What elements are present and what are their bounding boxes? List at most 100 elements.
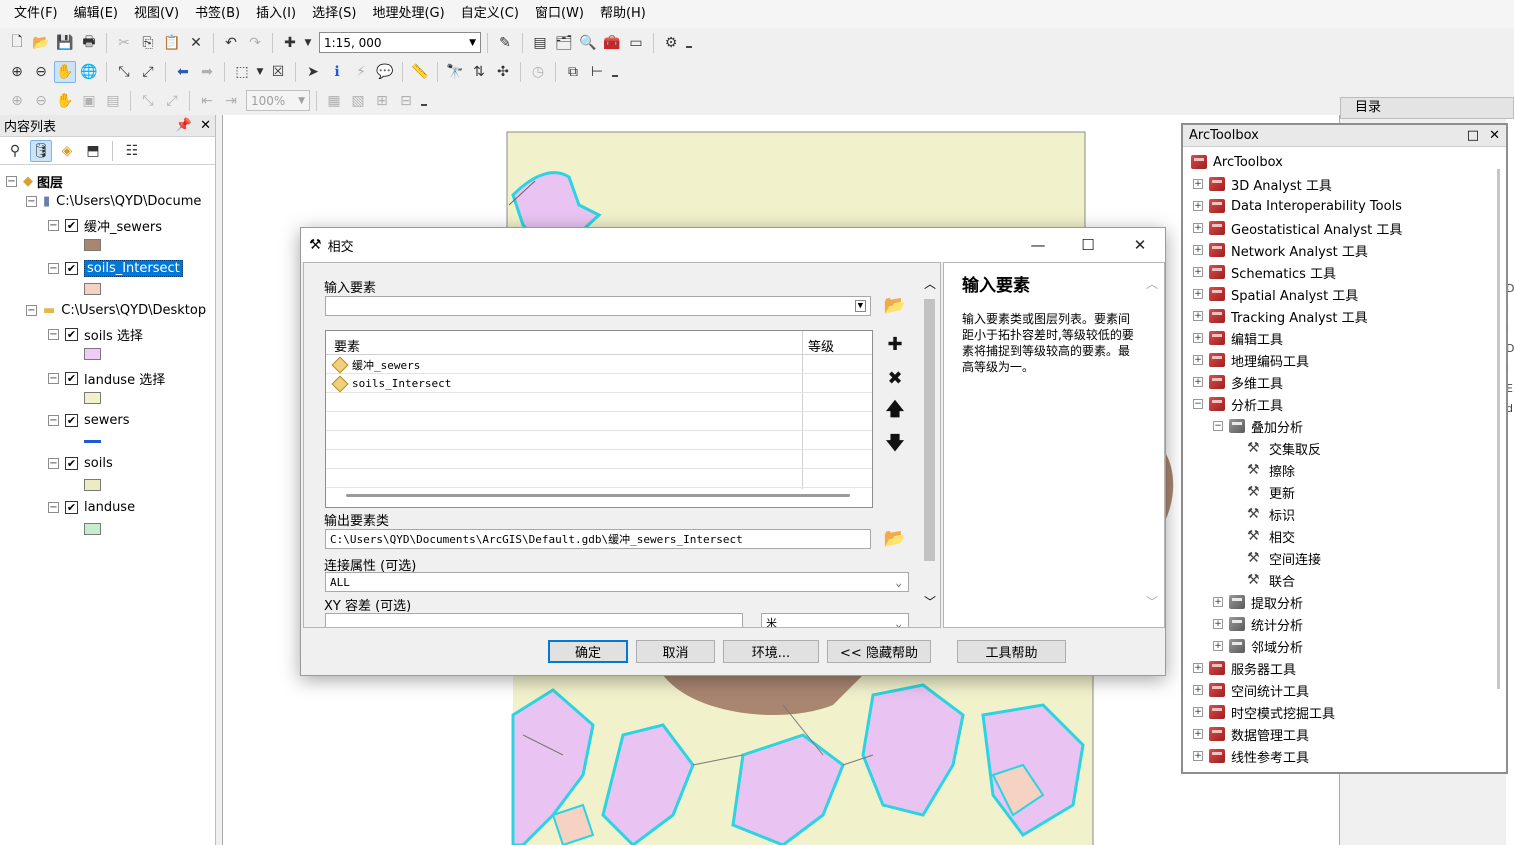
search-window-icon[interactable]: 🔍 [577,32,599,54]
layout-pan-icon[interactable]: ✋ [54,90,76,112]
table-row-empty[interactable] [326,451,872,469]
toolbox-scrollbar[interactable] [1497,169,1500,689]
layer-symbol-swatch[interactable] [84,479,101,491]
menu-help[interactable]: 帮助(H) [592,0,654,28]
fixed-zoom-in-layout-icon[interactable]: ⤡ [137,90,159,112]
go-to-xy-icon[interactable]: ✣ [492,61,514,83]
layer-row-selected[interactable]: − ✔ soils_Intersect [48,260,183,277]
toolbar-grip[interactable] [612,67,618,77]
xy-tolerance-input[interactable] [325,613,743,627]
swipe-icon[interactable]: ⊢ [586,61,608,83]
layer-visibility-checkbox[interactable]: ✔ [65,414,78,427]
focus-data-frame-icon[interactable]: ▧ [347,90,369,112]
table-of-contents-icon[interactable]: ▤ [529,32,551,54]
layers-root[interactable]: − ◆ 图层 [6,172,63,191]
chevron-down-icon[interactable]: ▼ [255,61,265,83]
column-header-feature[interactable]: 要素 [334,336,360,355]
toolbox-item[interactable]: + 线性参考工具 [1193,746,1309,766]
data-driven-pages-icon[interactable]: ⊟ [395,90,417,112]
toolbox-item[interactable]: + Schematics 工具 [1193,262,1336,282]
tool-item[interactable]: ⚒ 空间连接 [1247,548,1321,568]
time-slider-icon[interactable]: ◷ [527,61,549,83]
collapse-icon[interactable]: − [6,176,17,187]
layer-symbol-swatch[interactable] [84,283,101,295]
tool-item[interactable]: ⚒ 擦除 [1247,460,1295,480]
toolbar-grip[interactable] [686,38,692,48]
output-feature-class-field[interactable]: C:\Users\QYD\Documents\ArcGIS\Default.gd… [325,529,871,549]
toolbox-item[interactable]: + Geostatistical Analyst 工具 [1193,218,1402,238]
close-icon[interactable]: ✕ [1489,128,1500,143]
menu-windows[interactable]: 窗口(W) [527,0,592,28]
redo-icon[interactable]: ↷ [244,32,266,54]
menu-insert[interactable]: 插入(I) [248,0,304,28]
layer-row[interactable]: − ✔ soils 选择 [48,325,143,344]
layer-row[interactable]: − ✔ landuse 选择 [48,369,165,388]
undo-icon[interactable]: ↶ [220,32,242,54]
toolbox-item[interactable]: − 分析工具 [1193,394,1283,414]
expand-icon[interactable]: + [1193,223,1203,233]
back-extent-icon[interactable]: ⇤ [196,90,218,112]
toolbox-item[interactable]: + 数据管理工具 [1193,724,1309,744]
layer-symbol-swatch[interactable] [84,523,101,535]
browse-folder-icon[interactable]: 📂 [882,292,908,318]
table-row[interactable]: soils_Intersect [326,375,872,393]
collapse-icon[interactable]: − [1193,399,1203,409]
xy-tolerance-unit-select[interactable]: 米 ⌄ [761,613,909,627]
browse-folder-icon[interactable]: 📂 [882,525,908,551]
new-document-icon[interactable]: 🗋 [6,32,28,54]
change-layout-icon[interactable]: ⊞ [371,90,393,112]
arctoolbox-window-icon[interactable]: 🧰 [601,32,623,54]
maximize-icon[interactable]: □ [1467,128,1479,143]
collapse-icon[interactable]: − [48,415,59,426]
layout-zoom-out-icon[interactable]: ⊖ [30,90,52,112]
identify-icon[interactable]: ℹ [326,61,348,83]
layout-zoom-combo[interactable]: 100% ▼ [246,90,310,111]
table-hscrollbar[interactable] [346,494,850,497]
scroll-up-icon[interactable]: ︿ [924,275,936,292]
collapse-icon[interactable]: − [48,329,59,340]
fixed-zoom-in-icon[interactable]: ⤡ [113,61,135,83]
chevron-down-icon[interactable]: ▼ [303,32,313,54]
expand-icon[interactable]: + [1193,267,1203,277]
pin-icon[interactable]: 📌 [176,118,192,133]
expand-icon[interactable]: + [1213,619,1223,629]
hide-help-button[interactable]: << 隐藏帮助 [827,640,931,663]
tool-item[interactable]: ⚒ 标识 [1247,504,1295,524]
environments-button[interactable]: 环境... [723,640,819,663]
expand-icon[interactable]: + [1193,333,1203,343]
toolbox-item[interactable]: + Spatial Analyst 工具 [1193,284,1358,304]
line-symbol-swatch[interactable] [84,440,101,443]
list-by-source-icon[interactable]: 🛢 [30,139,52,162]
pan-icon[interactable]: ✋ [54,60,76,83]
tool-item[interactable]: ⚒ 交集取反 [1247,438,1321,458]
source-group-1[interactable]: − ▮ C:\Users\QYD\Docume [26,194,201,209]
toolbox-item[interactable]: + 服务器工具 [1193,658,1296,678]
hyperlink-icon[interactable]: ⚡ [350,61,372,83]
toolbox-item[interactable]: + Tracking Analyst 工具 [1193,306,1368,326]
scroll-up-icon[interactable]: ︿ [1146,275,1158,292]
collapse-icon[interactable]: − [48,373,59,384]
open-folder-icon[interactable]: 📂 [30,32,52,54]
expand-icon[interactable]: + [1193,377,1203,387]
forward-arrow-icon[interactable]: ➡ [196,61,218,83]
layer-row[interactable]: − ✔ 缓冲_sewers [48,216,162,235]
layer-symbol-swatch[interactable] [84,392,101,404]
scroll-down-icon[interactable]: ﹀ [924,593,936,610]
measure-icon[interactable]: 📏 [409,61,431,83]
menu-selection[interactable]: 选择(S) [304,0,364,28]
menu-geoprocessing[interactable]: 地理处理(G) [364,0,452,28]
print-icon[interactable]: 🖶 [78,32,100,54]
toolbar-grip[interactable] [421,96,427,106]
expand-icon[interactable]: + [1193,663,1203,673]
layer-visibility-checkbox[interactable]: ✔ [65,457,78,470]
toolbox-item[interactable]: + Data Interoperability Tools [1193,196,1402,216]
remove-row-icon[interactable]: ✖ [882,365,908,391]
layer-symbol-swatch[interactable] [84,239,101,251]
select-features-icon[interactable]: ⬚ [231,61,253,83]
toolset-item[interactable]: + 提取分析 [1213,592,1303,612]
add-row-icon[interactable]: ✚ [882,331,908,357]
select-elements-icon[interactable]: ➤ [302,61,324,83]
list-by-drawing-order-icon[interactable]: ⚲ [4,140,26,162]
toolbox-item[interactable]: + 地理编码工具 [1193,350,1309,370]
expand-icon[interactable]: + [1193,201,1203,211]
